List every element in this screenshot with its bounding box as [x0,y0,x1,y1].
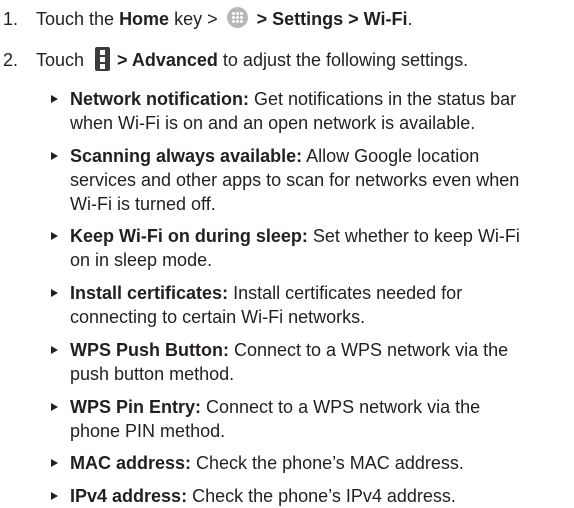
setting-description: services and other apps to scan for netw… [70,170,520,190]
setting-description: connecting to certain Wi-Fi networks. [70,307,366,327]
apps-icon [226,7,248,28]
setting-description: Check the phone’s IPv4 address. [187,486,456,506]
setting-description: Get notifications in the status bar [249,89,517,109]
step-1: 1. Touch the Home key > > Settings > Wi-F… [0,7,570,31]
setting-description: Allow Google location [302,146,480,166]
step-number: 2. [3,50,19,70]
list-item: MAC address: Check the phone’s MAC addre… [51,451,571,475]
bullet-arrow-icon [51,152,58,160]
setting-term: Scanning always available: [70,146,303,166]
manual-page: 1. Touch the Home key > > Settings > Wi-F… [0,0,574,506]
setting-description: Wi-Fi is turned off. [70,194,216,214]
list-item: Network notification: Get notifications … [51,87,571,135]
home-key-label: Home [119,9,170,29]
settings-wifi-path: Settings > Wi-Fi [272,9,408,29]
step-2: 2. Touch > Advanced to adjust the followi… [0,47,570,72]
bullet-arrow-icon [51,459,58,467]
list-item: WPS Push Button: Connect to a WPS networ… [51,338,571,386]
list-item: Keep Wi-Fi on during sleep: Set whether … [51,224,571,272]
setting-description: phone PIN method. [70,421,226,441]
setting-term: WPS Push Button: [70,340,229,360]
setting-description: Connect to a WPS network via the [228,340,509,360]
setting-term: Network notification: [70,89,249,109]
step-text: key > [169,9,223,29]
step-number: 1. [3,9,19,29]
step-text: Touch the [36,9,120,29]
setting-description: Install certificates needed for [228,283,463,303]
setting-description: push button method. [70,364,235,384]
list-item: Scanning always available: Allow Google … [51,144,571,216]
setting-term: WPS Pin Entry: [70,397,202,417]
list-item: Install certificates: Install certificat… [51,281,571,329]
setting-term: MAC address: [70,453,192,473]
bullet-arrow-icon [51,95,58,103]
step-text: Touch [36,50,90,70]
step-text: . [407,9,413,29]
advanced-path: > Advanced [117,50,218,70]
bullet-arrow-icon [51,232,58,240]
step-text: to adjust the following settings. [217,50,469,70]
list-item: WPS Pin Entry: Connect to a WPS network … [51,395,571,443]
setting-description: Check the phone’s MAC address. [191,453,464,473]
bullet-arrow-icon [51,492,58,500]
setting-term: Keep Wi-Fi on during sleep: [70,226,308,246]
setting-term: IPv4 address: [70,486,188,506]
bullet-arrow-icon [51,289,58,297]
list-item: IPv4 address: Check the phone’s IPv4 add… [51,484,571,508]
bullet-arrow-icon [51,346,58,354]
setting-description: on in sleep mode. [70,250,213,270]
setting-term: Install certificates: [70,283,229,303]
menu-icon [95,47,111,71]
bullet-arrow-icon [51,403,58,411]
setting-description: Set whether to keep Wi-Fi [307,226,520,246]
setting-description: Connect to a WPS network via the [201,397,481,417]
setting-description: when Wi-Fi is on and an open network is … [70,113,476,133]
step-text: > [251,9,273,29]
